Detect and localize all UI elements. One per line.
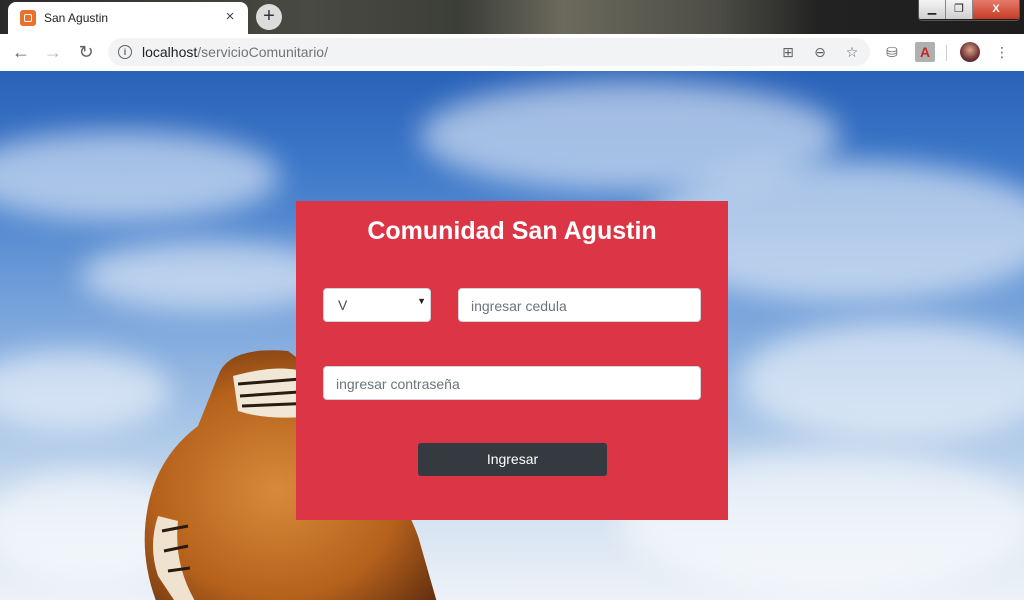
pdf-icon[interactable]: A [915, 42, 935, 62]
login-panel: Comunidad San Agustin V ▼ ingresar cedul… [296, 201, 728, 520]
star-icon[interactable]: ☆ [842, 42, 862, 62]
translate-icon[interactable]: ⊞ [778, 42, 798, 62]
page-viewport: Comunidad San Agustin V ▼ ingresar cedul… [0, 71, 1024, 600]
chevron-down-icon: ▼ [417, 296, 426, 306]
login-button[interactable]: Ingresar [418, 443, 607, 476]
shopping-bag-icon[interactable]: ⛁ [882, 42, 902, 62]
cedula-placeholder: ingresar cedula [471, 298, 567, 314]
document-type-select[interactable]: V ▼ [323, 288, 431, 322]
window-controls: ▁ ❐ X [918, 0, 1020, 21]
active-tab[interactable]: San Agustin × [8, 2, 248, 34]
menu-icon[interactable]: ⋮ [992, 42, 1012, 62]
tab-title: San Agustin [44, 11, 109, 25]
url-text: localhost/servicioComunitario/ [142, 44, 328, 60]
info-icon[interactable]: i [118, 45, 132, 59]
url-path: /servicioComunitario/ [197, 44, 328, 60]
address-bar[interactable]: i localhost/servicioComunitario/ ⊞ ⊖ ☆ [108, 38, 870, 66]
tab-close-icon[interactable]: × [220, 7, 240, 27]
forward-icon[interactable]: → [41, 40, 65, 64]
cloud-shape [0, 131, 280, 221]
password-placeholder: ingresar contraseña [336, 376, 460, 392]
browser-window: San Agustin × + ▁ ❐ X ← → ↻ i localhost/… [0, 0, 1024, 600]
cloud-shape [740, 321, 1024, 441]
document-type-value: V [338, 297, 348, 313]
close-window-button[interactable]: X [973, 0, 1019, 19]
tab-strip: San Agustin × + ▁ ❐ X [0, 0, 1024, 34]
xampp-favicon-icon [20, 10, 36, 26]
browser-toolbar: ← → ↻ i localhost/servicioComunitario/ ⊞… [0, 34, 1024, 72]
avatar[interactable] [960, 42, 980, 62]
back-icon[interactable]: ← [9, 40, 33, 64]
new-tab-button[interactable]: + [256, 4, 282, 30]
zoom-out-icon[interactable]: ⊖ [810, 42, 830, 62]
cedula-input[interactable]: ingresar cedula [458, 288, 701, 322]
reload-icon[interactable]: ↻ [74, 40, 98, 64]
maximize-button[interactable]: ❐ [946, 0, 973, 19]
toolbar-divider [946, 45, 947, 61]
page-title: Comunidad San Agustin [367, 217, 657, 245]
minimize-button[interactable]: ▁ [919, 0, 946, 19]
password-input[interactable]: ingresar contraseña [323, 366, 701, 400]
url-host: localhost [142, 44, 198, 60]
